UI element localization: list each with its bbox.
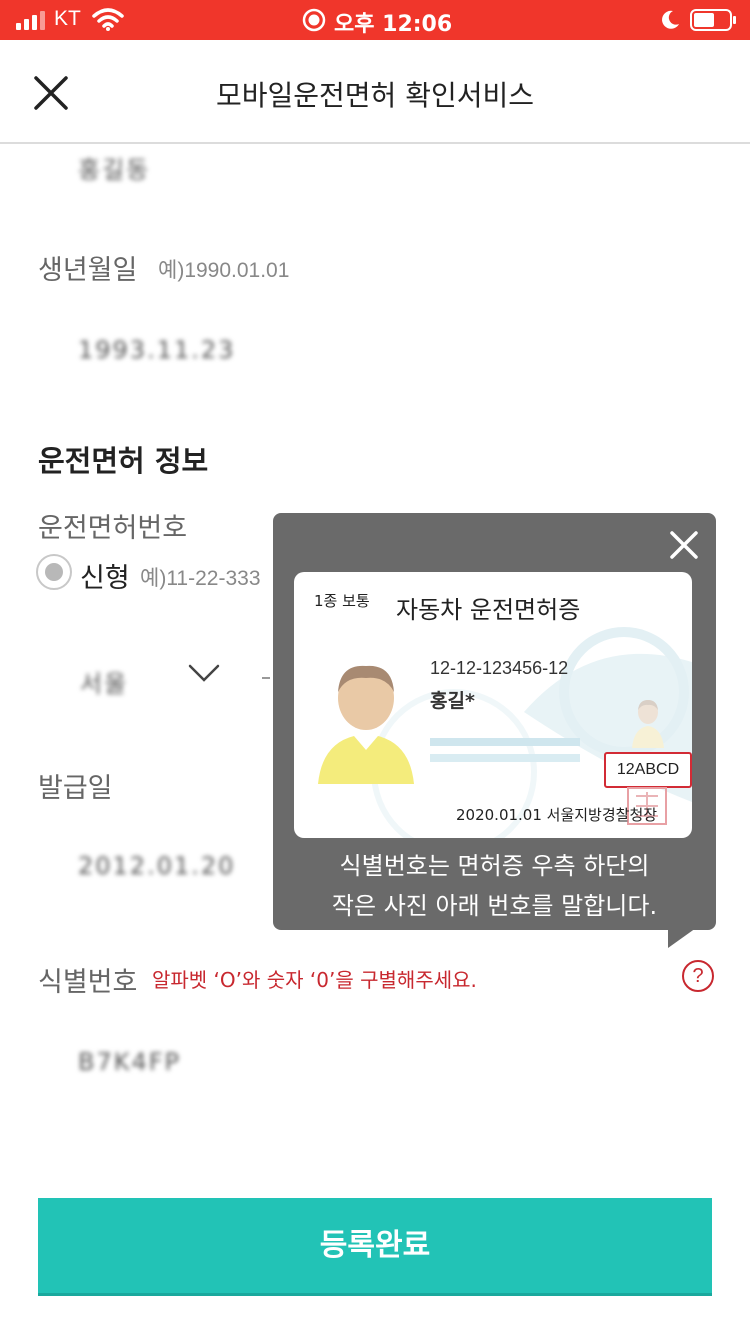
status-time: 오후 12:06 — [334, 12, 453, 37]
carrier-label: KT — [54, 7, 81, 30]
battery-icon — [690, 9, 736, 31]
screen-record-icon — [302, 8, 326, 32]
card-id-code: 12ABCD — [604, 752, 692, 788]
license-card-sample: 1종 보통 자동차 운전면허증 12-12-123456-12 홍길* 12AB… — [294, 572, 692, 838]
status-bar: KT 오후 12:06 — [0, 0, 750, 40]
wifi-icon — [92, 8, 124, 31]
card-info-line — [430, 754, 580, 762]
app-header: 모바일운전면허 확인서비스 — [0, 40, 750, 144]
region-select-value[interactable]: 서울 — [80, 664, 128, 699]
birth-hint: 예)1990.01.01 — [158, 259, 290, 282]
chevron-down-icon[interactable] — [186, 662, 222, 686]
help-icon[interactable]: ? — [682, 960, 714, 992]
card-issue-info: 2020.01.01 서울지방경찰청장 — [456, 806, 658, 824]
card-license-class: 1종 보통 — [314, 592, 370, 610]
license-section-title: 운전면허 정보 — [38, 444, 209, 478]
card-holder-name: 홍길* — [430, 690, 475, 712]
signal-icon — [16, 11, 45, 30]
card-title: 자동차 운전면허증 — [396, 596, 581, 624]
card-license-number: 12-12-123456-12 — [430, 658, 569, 678]
person-photo-icon — [318, 665, 414, 784]
tooltip-text-line2: 작은 사진 아래 번호를 말합니다. — [331, 892, 658, 920]
moon-icon — [662, 10, 679, 29]
id-number-warning: 알파벳 ‘O’와 숫자 ‘0’을 구별해주세요. — [152, 968, 477, 992]
id-number-label: 식별번호 — [38, 967, 138, 998]
tooltip-text-line1: 식별번호는 면허증 우측 하단의 — [339, 852, 650, 880]
page-title: 모바일운전면허 확인서비스 — [215, 79, 535, 112]
issue-date-label: 발급일 — [38, 773, 113, 804]
small-photo-icon — [632, 700, 664, 748]
birth-label: 생년월일 — [38, 255, 138, 286]
radio-new-type-hint: 예)11-22-333 — [140, 567, 261, 590]
radio-new-type-label: 신형 — [80, 563, 130, 594]
tooltip-close-icon[interactable] — [667, 528, 701, 562]
tooltip-tail — [668, 928, 696, 948]
radio-new-type[interactable] — [36, 554, 72, 590]
radio-dot — [45, 563, 63, 581]
issue-date-input[interactable]: 2012.01.20 — [78, 852, 235, 880]
id-number-input[interactable]: B7K4FP — [78, 1048, 181, 1076]
birth-input[interactable]: 1993.11.23 — [78, 336, 235, 364]
license-number-label: 운전면허번호 — [38, 513, 188, 544]
name-value[interactable]: 홍길동 — [78, 150, 150, 185]
card-info-line — [430, 738, 580, 746]
number-separator — [262, 677, 270, 679]
submit-button[interactable]: 등록완료 — [38, 1198, 712, 1296]
